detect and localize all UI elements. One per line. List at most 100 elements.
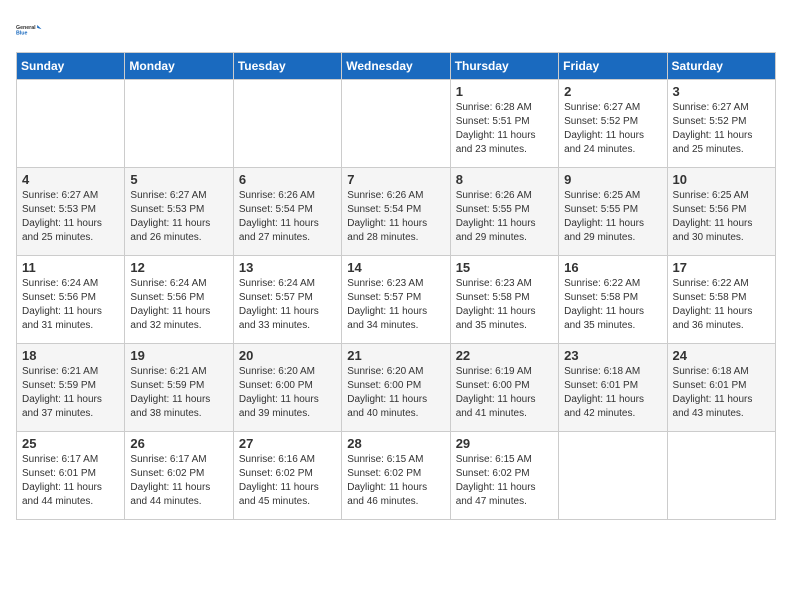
- calendar-cell: 23 Sunrise: 6:18 AM Sunset: 6:01 PM Dayli…: [559, 344, 667, 432]
- calendar-week-4: 18 Sunrise: 6:21 AM Sunset: 5:59 PM Dayli…: [17, 344, 776, 432]
- day-number: 19: [130, 348, 227, 363]
- calendar-cell: 3 Sunrise: 6:27 AM Sunset: 5:52 PM Daylig…: [667, 80, 775, 168]
- svg-text:General: General: [16, 25, 36, 31]
- calendar-cell: 13Sunrise: 6:24 AM Sunset: 5:57 PM Dayli…: [233, 256, 341, 344]
- day-number: 28: [347, 436, 444, 451]
- day-info: Sunrise: 6:23 AM Sunset: 5:58 PM Dayligh…: [456, 277, 553, 333]
- calendar-cell: 5Sunrise: 6:27 AM Sunset: 5:53 PM Daylig…: [125, 168, 233, 256]
- day-number: 7: [347, 172, 444, 187]
- calendar-cell: 24 Sunrise: 6:18 AM Sunset: 6:01 PM Dayli…: [667, 344, 775, 432]
- day-info: Sunrise: 6:21 AM Sunset: 5:59 PM Dayligh…: [22, 365, 119, 421]
- calendar-body: 1 Sunrise: 6:28 AM Sunset: 5:51 PM Daylig…: [17, 80, 776, 520]
- calendar-cell: 28 Sunrise: 6:15 AM Sunset: 6:02 PM Dayli…: [342, 432, 450, 520]
- calendar-cell: [667, 432, 775, 520]
- calendar-cell: 8 Sunrise: 6:26 AM Sunset: 5:55 PM Daylig…: [450, 168, 558, 256]
- day-number: 16: [564, 260, 661, 275]
- day-info: Sunrise: 6:25 AM Sunset: 5:55 PM Dayligh…: [564, 189, 661, 245]
- logo-icon: GeneralBlue: [16, 16, 44, 44]
- day-info: Sunrise: 6:17 AM Sunset: 6:01 PM Dayligh…: [22, 453, 119, 509]
- calendar-cell: 25 Sunrise: 6:17 AM Sunset: 6:01 PM Dayli…: [17, 432, 125, 520]
- day-info: Sunrise: 6:21 AM Sunset: 5:59 PM Dayligh…: [130, 365, 227, 421]
- day-number: 20: [239, 348, 336, 363]
- calendar-cell: 27 Sunrise: 6:16 AM Sunset: 6:02 PM Dayli…: [233, 432, 341, 520]
- calendar-cell: 12 Sunrise: 6:24 AM Sunset: 5:56 PM Dayli…: [125, 256, 233, 344]
- day-info: Sunrise: 6:26 AM Sunset: 5:55 PM Dayligh…: [456, 189, 553, 245]
- day-number: 22: [456, 348, 553, 363]
- day-number: 15: [456, 260, 553, 275]
- page-header: GeneralBlue: [16, 16, 776, 44]
- day-info: Sunrise: 6:15 AM Sunset: 6:02 PM Dayligh…: [347, 453, 444, 509]
- day-number: 26: [130, 436, 227, 451]
- day-info: Sunrise: 6:24 AM Sunset: 5:57 PM Dayligh…: [239, 277, 336, 333]
- day-number: 11: [22, 260, 119, 275]
- calendar-cell: 16Sunrise: 6:22 AM Sunset: 5:58 PM Dayli…: [559, 256, 667, 344]
- header-row: Sunday Monday Tuesday Wednesday Thursday…: [17, 53, 776, 80]
- day-info: Sunrise: 6:17 AM Sunset: 6:02 PM Dayligh…: [130, 453, 227, 509]
- day-info: Sunrise: 6:20 AM Sunset: 6:00 PM Dayligh…: [347, 365, 444, 421]
- calendar-week-5: 25 Sunrise: 6:17 AM Sunset: 6:01 PM Dayli…: [17, 432, 776, 520]
- calendar-cell: 26 Sunrise: 6:17 AM Sunset: 6:02 PM Dayli…: [125, 432, 233, 520]
- day-info: Sunrise: 6:18 AM Sunset: 6:01 PM Dayligh…: [673, 365, 770, 421]
- day-info: Sunrise: 6:18 AM Sunset: 6:01 PM Dayligh…: [564, 365, 661, 421]
- calendar-cell: 17 Sunrise: 6:22 AM Sunset: 5:58 PM Dayli…: [667, 256, 775, 344]
- day-number: 4: [22, 172, 119, 187]
- day-number: 23: [564, 348, 661, 363]
- calendar-cell: [233, 80, 341, 168]
- calendar-cell: 9Sunrise: 6:25 AM Sunset: 5:55 PM Daylig…: [559, 168, 667, 256]
- day-number: 24: [673, 348, 770, 363]
- day-number: 17: [673, 260, 770, 275]
- day-info: Sunrise: 6:24 AM Sunset: 5:56 PM Dayligh…: [130, 277, 227, 333]
- day-number: 3: [673, 84, 770, 99]
- col-monday: Monday: [125, 53, 233, 80]
- calendar-cell: 18 Sunrise: 6:21 AM Sunset: 5:59 PM Dayli…: [17, 344, 125, 432]
- day-info: Sunrise: 6:27 AM Sunset: 5:52 PM Dayligh…: [564, 101, 661, 157]
- calendar-week-1: 1 Sunrise: 6:28 AM Sunset: 5:51 PM Daylig…: [17, 80, 776, 168]
- day-number: 25: [22, 436, 119, 451]
- calendar-cell: 19 Sunrise: 6:21 AM Sunset: 5:59 PM Dayli…: [125, 344, 233, 432]
- day-info: Sunrise: 6:22 AM Sunset: 5:58 PM Dayligh…: [673, 277, 770, 333]
- day-info: Sunrise: 6:24 AM Sunset: 5:56 PM Dayligh…: [22, 277, 119, 333]
- col-sunday: Sunday: [17, 53, 125, 80]
- calendar-cell: [342, 80, 450, 168]
- day-info: Sunrise: 6:15 AM Sunset: 6:02 PM Dayligh…: [456, 453, 553, 509]
- day-number: 5: [130, 172, 227, 187]
- calendar-cell: 11 Sunrise: 6:24 AM Sunset: 5:56 PM Dayli…: [17, 256, 125, 344]
- calendar-cell: 4 Sunrise: 6:27 AM Sunset: 5:53 PM Daylig…: [17, 168, 125, 256]
- calendar-cell: [559, 432, 667, 520]
- calendar-header: Sunday Monday Tuesday Wednesday Thursday…: [17, 53, 776, 80]
- day-info: Sunrise: 6:20 AM Sunset: 6:00 PM Dayligh…: [239, 365, 336, 421]
- day-number: 2: [564, 84, 661, 99]
- day-info: Sunrise: 6:27 AM Sunset: 5:52 PM Dayligh…: [673, 101, 770, 157]
- day-number: 14: [347, 260, 444, 275]
- day-number: 21: [347, 348, 444, 363]
- day-number: 18: [22, 348, 119, 363]
- calendar-cell: 7 Sunrise: 6:26 AM Sunset: 5:54 PM Daylig…: [342, 168, 450, 256]
- day-number: 6: [239, 172, 336, 187]
- logo: GeneralBlue: [16, 16, 44, 44]
- day-number: 12: [130, 260, 227, 275]
- day-info: Sunrise: 6:27 AM Sunset: 5:53 PM Dayligh…: [22, 189, 119, 245]
- day-number: 8: [456, 172, 553, 187]
- day-number: 1: [456, 84, 553, 99]
- calendar-week-3: 11 Sunrise: 6:24 AM Sunset: 5:56 PM Dayli…: [17, 256, 776, 344]
- day-info: Sunrise: 6:26 AM Sunset: 5:54 PM Dayligh…: [347, 189, 444, 245]
- day-info: Sunrise: 6:16 AM Sunset: 6:02 PM Dayligh…: [239, 453, 336, 509]
- calendar-cell: 6 Sunrise: 6:26 AM Sunset: 5:54 PM Daylig…: [233, 168, 341, 256]
- day-info: Sunrise: 6:28 AM Sunset: 5:51 PM Dayligh…: [456, 101, 553, 157]
- day-info: Sunrise: 6:25 AM Sunset: 5:56 PM Dayligh…: [673, 189, 770, 245]
- col-tuesday: Tuesday: [233, 53, 341, 80]
- calendar-cell: [17, 80, 125, 168]
- day-number: 27: [239, 436, 336, 451]
- calendar-week-2: 4 Sunrise: 6:27 AM Sunset: 5:53 PM Daylig…: [17, 168, 776, 256]
- calendar-cell: 22 Sunrise: 6:19 AM Sunset: 6:00 PM Dayli…: [450, 344, 558, 432]
- day-number: 29: [456, 436, 553, 451]
- col-friday: Friday: [559, 53, 667, 80]
- col-wednesday: Wednesday: [342, 53, 450, 80]
- calendar-cell: 1 Sunrise: 6:28 AM Sunset: 5:51 PM Daylig…: [450, 80, 558, 168]
- col-thursday: Thursday: [450, 53, 558, 80]
- calendar-cell: [125, 80, 233, 168]
- calendar-cell: 10Sunrise: 6:25 AM Sunset: 5:56 PM Dayli…: [667, 168, 775, 256]
- calendar-cell: 21 Sunrise: 6:20 AM Sunset: 6:00 PM Dayli…: [342, 344, 450, 432]
- day-info: Sunrise: 6:19 AM Sunset: 6:00 PM Dayligh…: [456, 365, 553, 421]
- day-info: Sunrise: 6:26 AM Sunset: 5:54 PM Dayligh…: [239, 189, 336, 245]
